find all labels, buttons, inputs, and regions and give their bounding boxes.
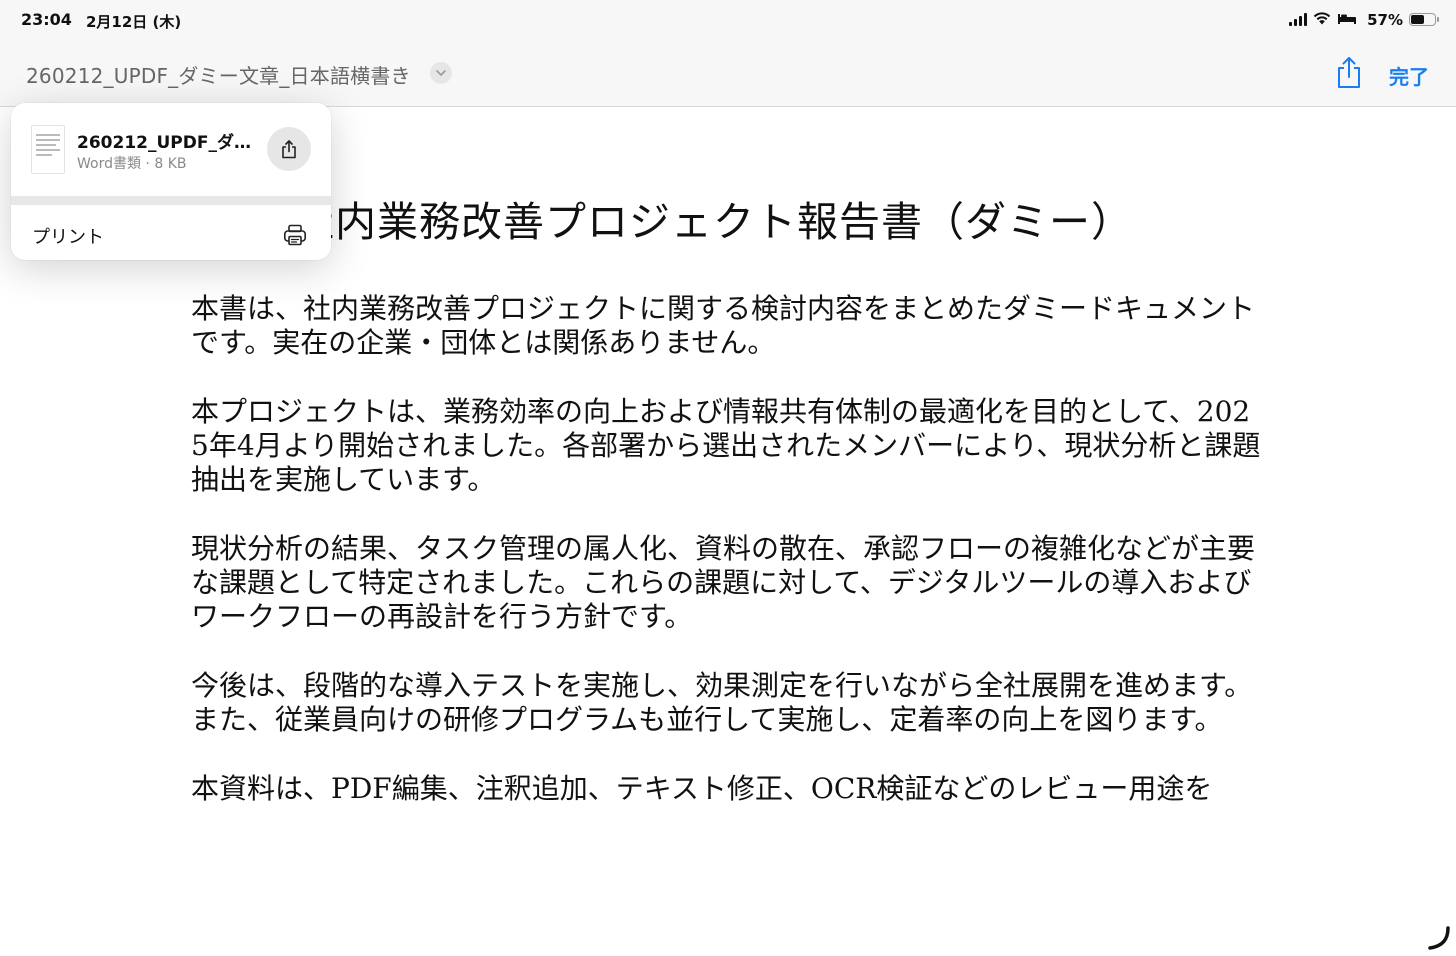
sleep-focus-icon	[1337, 10, 1357, 29]
battery-percentage: 57%	[1367, 10, 1403, 29]
document-menu-popover: 260212_UPDF_ダ… Word書類 · 8 KB プリント	[11, 103, 331, 260]
cellular-signal-icon	[1289, 13, 1308, 26]
battery-icon	[1409, 13, 1439, 26]
popover-divider	[11, 196, 331, 205]
top-bar: 23:04 2月12日 (木) 57% 260212_UPDF_ダミー文章_日本…	[0, 0, 1456, 107]
file-info-row: 260212_UPDF_ダ… Word書類 · 8 KB	[11, 103, 331, 196]
document-body: 本書は、社内業務改善プロジェクトに関する検討内容をまとめたダミードキュメントです…	[191, 292, 1261, 841]
file-share-button[interactable]	[267, 127, 311, 171]
markup-handle-icon[interactable]	[1424, 924, 1452, 952]
document-paragraph: 現状分析の結果、タスク管理の属人化、資料の散在、承認フローの複雑化などが主要な課…	[191, 532, 1256, 633]
document-title[interactable]: 260212_UPDF_ダミー文章_日本語横書き	[26, 60, 411, 89]
share-icon	[282, 139, 296, 158]
status-date: 2月12日 (木)	[86, 13, 182, 31]
share-icon	[1338, 57, 1360, 88]
printer-icon	[283, 223, 307, 247]
share-button[interactable]	[1334, 56, 1364, 90]
document-paragraph: 本書は、社内業務改善プロジェクトに関する検討内容をまとめたダミードキュメントです…	[191, 292, 1256, 359]
status-time: 23:04	[21, 10, 72, 29]
document-paragraph: 本プロジェクトは、業務効率の向上および情報共有体制の最適化を目的として、2025…	[191, 395, 1261, 496]
status-indicators: 57%	[1289, 10, 1439, 29]
done-button[interactable]: 完了	[1389, 61, 1429, 90]
print-label: プリント	[32, 227, 104, 248]
battery-level-fill	[1411, 15, 1424, 24]
file-name: 260212_UPDF_ダ…	[77, 133, 251, 153]
wifi-icon	[1313, 10, 1331, 29]
document-paragraph: 本資料は、PDF編集、注釈追加、テキスト修正、OCR検証などのレビュー用途を	[191, 772, 1213, 805]
file-thumbnail	[31, 125, 65, 174]
document-paragraph: 今後は、段階的な導入テストを実施し、効果測定を行いながら全社展開を進めます。また…	[191, 669, 1253, 736]
file-meta: Word書類 · 8 KB	[77, 156, 187, 172]
chevron-down-icon[interactable]	[430, 62, 452, 84]
print-menu-item[interactable]: プリント	[11, 205, 331, 260]
